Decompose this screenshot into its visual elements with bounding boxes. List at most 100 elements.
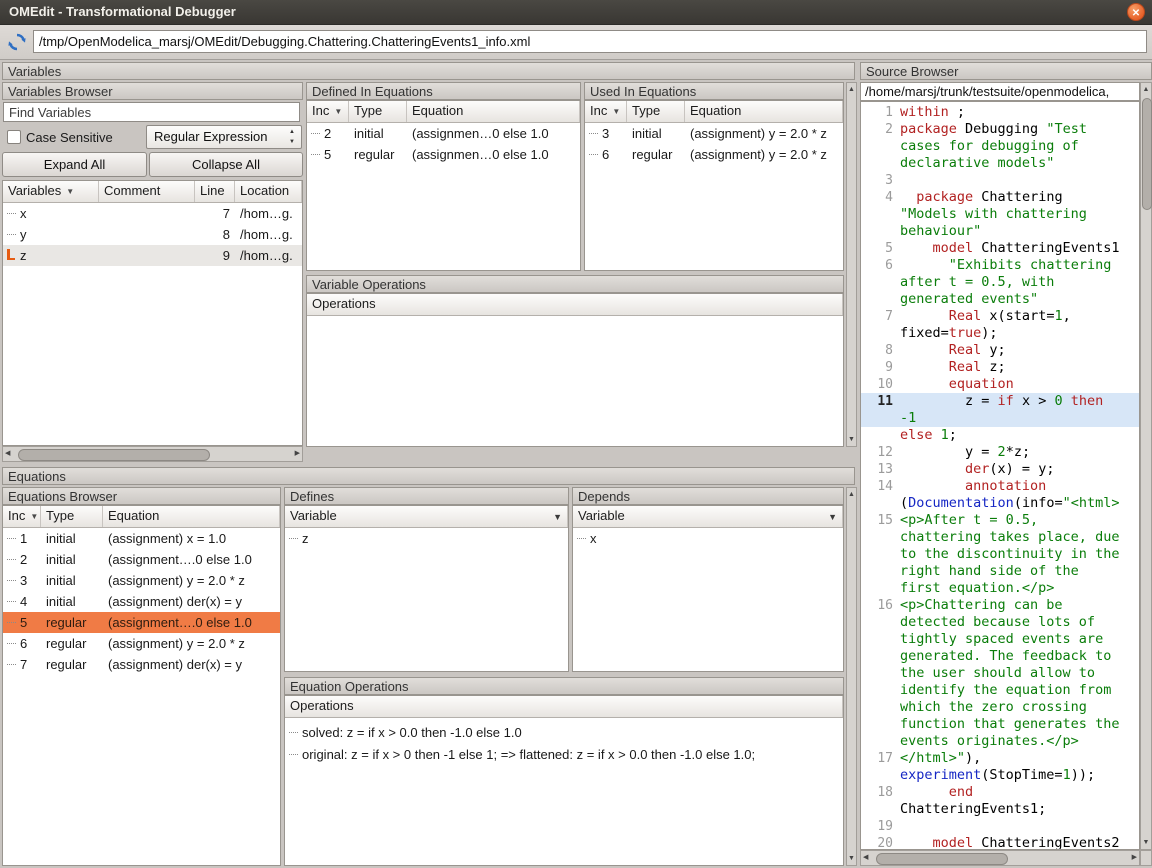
used-in-list[interactable]: 3initial(assignment) y = 2.0 * z6regular… <box>585 123 843 165</box>
spinner-arrows-icon[interactable]: ▲▼ <box>286 127 298 147</box>
col-inc[interactable]: Inc▼ <box>585 101 627 122</box>
table-row[interactable]: 2initial(assignmen…0 else 1.0 <box>307 123 580 144</box>
defined-in-list[interactable]: 2initial(assignmen…0 else 1.05regular(as… <box>307 123 580 165</box>
col-type[interactable]: Type <box>41 506 103 527</box>
variable-operations-table: Operations <box>306 293 844 447</box>
col-inc[interactable]: Inc▼ <box>3 506 41 527</box>
scroll-right-icon[interactable]: ▶ <box>1132 851 1137 865</box>
scroll-left-icon[interactable]: ◀ <box>5 447 10 461</box>
col-variables[interactable]: Variables▼ <box>3 181 99 202</box>
variables-dock-title[interactable]: Variables <box>2 62 855 80</box>
source-hscrollbar[interactable]: ◀ ▶ <box>860 850 1140 866</box>
equations-dock-title[interactable]: Equations <box>2 467 855 485</box>
table-row[interactable]: original: z = if x > 0 then -1 else 1; =… <box>285 744 843 766</box>
col-variable[interactable]: Variable ▼ <box>573 506 843 527</box>
dropdown-arrow-icon[interactable]: ▼ <box>828 507 837 527</box>
table-row[interactable]: x7/hom…g. <box>3 203 302 224</box>
find-variables-input[interactable] <box>3 102 300 122</box>
table-row[interactable]: 6regular(assignment) y = 2.0 * z <box>585 144 843 165</box>
col-inc[interactable]: Inc▼ <box>307 101 349 122</box>
col-equation[interactable]: Equation <box>685 101 843 122</box>
table-row[interactable]: 5regular(assignmen…0 else 1.0 <box>307 144 580 165</box>
equations-list[interactable]: 1initial(assignment) x = 1.02initial(ass… <box>3 528 280 675</box>
col-operations[interactable]: Operations <box>307 294 843 315</box>
table-row[interactable]: 3initial(assignment) y = 2.0 * z <box>3 570 280 591</box>
line-number: 18 <box>861 784 900 818</box>
variables-list[interactable]: x7/hom…g.y8/hom…g.z9/hom…g. <box>3 203 302 266</box>
scroll-down-icon[interactable]: ▼ <box>847 852 856 865</box>
col-equation[interactable]: Equation <box>407 101 580 122</box>
code-text: Real z; <box>900 359 1139 376</box>
table-row[interactable]: z <box>285 528 568 549</box>
scrollbar-corner <box>1140 850 1152 866</box>
code-line: 12 y = 2*z; <box>861 444 1139 461</box>
equation-operations-list[interactable]: solved: z = if x > 0.0 then -1.0 else 1.… <box>285 718 843 766</box>
table-row[interactable]: 1initial(assignment) x = 1.0 <box>3 528 280 549</box>
scroll-down-icon[interactable]: ▼ <box>1141 836 1151 849</box>
code-line: 4 package Chattering "Models with chatte… <box>861 189 1139 240</box>
code-line: else 1; <box>861 427 1139 444</box>
col-operations[interactable]: Operations <box>285 696 843 717</box>
line-number: 19 <box>861 818 900 835</box>
source-code-view[interactable]: 1within ;2package Debugging "Test cases … <box>860 101 1140 850</box>
used-in-table: Inc▼ Type Equation 3initial(assignment) … <box>584 100 844 271</box>
col-type[interactable]: Type <box>627 101 685 122</box>
expand-all-button[interactable]: Expand All <box>2 152 147 177</box>
cell: 3 <box>585 123 627 144</box>
col-equation[interactable]: Equation <box>103 506 280 527</box>
line-number: 5 <box>861 240 900 257</box>
code-line: 18 end ChatteringEvents1; <box>861 784 1139 818</box>
collapse-all-button[interactable]: Collapse All <box>149 152 303 177</box>
regex-combobox[interactable]: Regular Expression ▲▼ <box>146 125 302 149</box>
scroll-down-icon[interactable]: ▼ <box>847 433 856 446</box>
scroll-up-icon[interactable]: ▲ <box>847 488 856 501</box>
scroll-left-icon[interactable]: ◀ <box>863 851 868 865</box>
scroll-up-icon[interactable]: ▲ <box>847 83 856 96</box>
table-row[interactable]: 6regular(assignment) y = 2.0 * z <box>3 633 280 654</box>
scrollbar-thumb[interactable] <box>18 449 210 461</box>
variables-dock-vscrollbar[interactable]: ▲ ▼ <box>846 82 857 447</box>
line-number: 17 <box>861 750 900 784</box>
scroll-right-icon[interactable]: ▶ <box>295 447 300 461</box>
col-location[interactable]: Location <box>235 181 302 202</box>
col-line[interactable]: Line <box>195 181 235 202</box>
col-variable[interactable]: Variable ▼ <box>285 506 568 527</box>
code-line: 2package Debugging "Test cases for debug… <box>861 121 1139 172</box>
info-xml-path-field[interactable] <box>33 30 1147 53</box>
cell: 9 <box>195 245 235 266</box>
transformational-debugger-icon <box>7 32 27 52</box>
cell: initial <box>41 591 103 612</box>
close-button[interactable]: ✕ <box>1127 3 1145 21</box>
depends-list[interactable]: x <box>573 528 843 549</box>
table-row[interactable]: 5regular(assignment….0 else 1.0 <box>3 612 280 633</box>
table-row[interactable]: x <box>573 528 843 549</box>
col-type[interactable]: Type <box>349 101 407 122</box>
code-line: 19 <box>861 818 1139 835</box>
table-row[interactable]: 3initial(assignment) y = 2.0 * z <box>585 123 843 144</box>
dropdown-arrow-icon[interactable]: ▼ <box>553 507 562 527</box>
table-row[interactable]: y8/hom…g. <box>3 224 302 245</box>
depends-header: Depends <box>572 487 844 505</box>
scroll-up-icon[interactable]: ▲ <box>1141 83 1151 96</box>
table-row[interactable]: 7regular(assignment) der(x) = y <box>3 654 280 675</box>
equations-dock-vscrollbar[interactable]: ▲ ▼ <box>846 487 857 866</box>
scrollbar-thumb[interactable] <box>876 853 1008 865</box>
case-sensitive-checkbox[interactable] <box>7 130 21 144</box>
window-title: OMEdit - Transformational Debugger <box>9 0 236 24</box>
table-row[interactable]: z9/hom…g. <box>3 245 302 266</box>
defines-list[interactable]: z <box>285 528 568 549</box>
line-number: 12 <box>861 444 900 461</box>
source-vscrollbar[interactable]: ▲ ▼ <box>1140 82 1152 850</box>
table-row[interactable]: 2initial(assignment….0 else 1.0 <box>3 549 280 570</box>
defined-in-table-header: Inc▼ Type Equation <box>307 101 580 123</box>
source-browser-dock-title[interactable]: Source Browser <box>860 62 1152 80</box>
titlebar[interactable]: OMEdit - Transformational Debugger ✕ <box>0 0 1152 25</box>
toolbar <box>0 25 1152 60</box>
line-number: 10 <box>861 376 900 393</box>
table-row[interactable]: solved: z = if x > 0.0 then -1.0 else 1.… <box>285 722 843 744</box>
scrollbar-thumb[interactable] <box>1142 98 1152 210</box>
variables-hscrollbar[interactable]: ◀ ▶ <box>2 446 303 462</box>
table-row[interactable]: 4initial(assignment) der(x) = y <box>3 591 280 612</box>
source-path: /home/marsj/trunk/testsuite/openmodelica… <box>861 83 1139 100</box>
col-comment[interactable]: Comment <box>99 181 195 202</box>
